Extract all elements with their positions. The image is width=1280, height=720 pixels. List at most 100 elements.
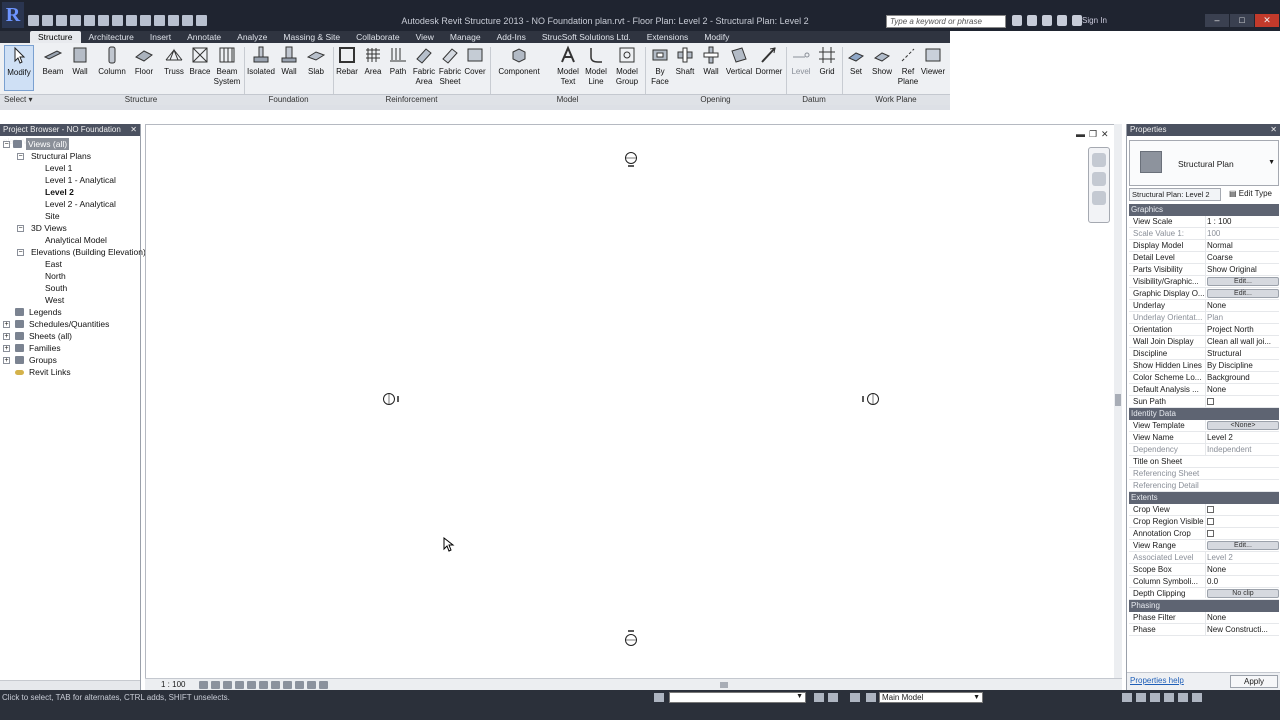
drag-elements-icon[interactable] [1178,693,1188,702]
prop-row[interactable]: Depth Clipping No clip [1129,588,1279,600]
floor-button[interactable]: Floor [132,45,156,77]
graphic-display-edit-button[interactable]: Edit... [1207,289,1279,298]
detail-level-icon[interactable] [199,681,208,689]
prop-value[interactable]: Project North [1205,324,1279,335]
prop-row[interactable]: Phase New Constructi... [1129,624,1279,636]
prop-value[interactable]: Clean all wall joi... [1205,336,1279,347]
temp-hide-icon[interactable] [271,681,280,689]
group-phasing[interactable]: Phasing [1129,600,1279,612]
prop-row[interactable]: Referencing Detail [1129,480,1279,492]
exclude-options-icon[interactable] [866,693,876,702]
path-reinforcement-button[interactable]: Path [387,45,409,77]
prop-row[interactable]: Underlay Orientat... Plan [1129,312,1279,324]
vg-edit-button[interactable]: Edit... [1207,277,1279,286]
prop-value[interactable]: 0.0 [1205,576,1279,587]
view-template-button[interactable]: <None> [1207,421,1279,430]
communication-icon[interactable] [1042,15,1052,26]
tree-revit-links[interactable]: Revit Links [0,366,140,378]
tree-east[interactable]: East [0,258,140,270]
tab-massing-site[interactable]: Massing & Site [275,31,348,43]
prop-value[interactable]: Structural [1205,348,1279,359]
expand-icon[interactable]: + [3,357,10,364]
viewer-button[interactable]: Viewer [920,45,946,77]
depth-clipping-button[interactable]: No clip [1207,589,1279,598]
rebar-button[interactable]: Rebar [335,45,359,77]
close-icon[interactable]: ✕ [1270,124,1277,136]
prop-row[interactable]: Title on Sheet [1129,456,1279,468]
design-options-icon[interactable] [850,693,860,702]
prop-value[interactable]: Show Original [1205,264,1279,275]
beam-button[interactable]: Beam [41,45,65,77]
tree-west[interactable]: West [0,294,140,306]
tab-collaborate[interactable]: Collaborate [348,31,407,43]
view-restore-button[interactable]: ❐ [1089,129,1097,140]
tab-strucsoft[interactable]: StrucSoft Solutions Ltd. [534,31,639,43]
slab-button[interactable]: Slab [305,45,327,77]
tab-view[interactable]: View [408,31,442,43]
panel-reinforcement[interactable]: Reinforcement [333,94,490,105]
analytical-model-icon[interactable] [295,681,304,689]
west-elevation-marker[interactable] [380,390,404,408]
model-line-button[interactable]: Model Line [583,45,609,87]
select-by-face-icon[interactable] [1164,693,1174,702]
tab-manage[interactable]: Manage [442,31,489,43]
prop-value[interactable]: Level 2 [1205,432,1279,443]
select-pinned-icon[interactable] [1150,693,1160,702]
chevron-down-icon[interactable]: ▼ [973,693,980,702]
scroll-thumb[interactable] [1115,394,1121,406]
print-icon[interactable] [84,15,95,26]
wall-foundation-button[interactable]: Wall [278,45,300,77]
expand-icon[interactable]: + [3,345,10,352]
zoom-icon[interactable] [1092,172,1106,186]
select-dropdown[interactable]: Select ▾ [0,94,38,105]
component-button[interactable]: Component [494,45,544,77]
select-underlay-icon[interactable] [1136,693,1146,702]
pan-icon[interactable] [1092,191,1106,205]
expand-icon[interactable]: + [3,321,10,328]
prop-row[interactable]: Associated Level Level 2 [1129,552,1279,564]
steering-wheel-icon[interactable] [1092,153,1106,167]
prop-value[interactable]: None [1205,300,1279,311]
visual-style-icon[interactable] [211,681,220,689]
show-crop-icon[interactable] [259,681,268,689]
sun-path-checkbox[interactable] [1207,398,1214,405]
model-text-button[interactable]: Model Text [555,45,581,87]
aligned-dimension-icon[interactable] [112,15,123,26]
isolated-foundation-button[interactable]: Isolated [246,45,276,77]
prop-row[interactable]: View Range Edit... [1129,540,1279,552]
tree-level-1-analytical[interactable]: Level 1 - Analytical [0,174,140,186]
collapse-icon[interactable]: − [3,141,10,148]
binoculars-icon[interactable] [1012,15,1022,26]
grid-button[interactable]: Grid [815,45,839,77]
tree-schedules[interactable]: + Schedules/Quantities [0,318,140,330]
application-menu-button[interactable]: R [2,2,24,28]
annotation-crop-checkbox[interactable] [1207,530,1214,537]
prop-value[interactable]: By Discipline [1205,360,1279,371]
tree-level-2[interactable]: Level 2 [0,186,140,198]
crop-view-icon[interactable] [247,681,256,689]
tree-structural-plans[interactable]: − Structural Plans [0,150,140,162]
save-icon[interactable] [42,15,53,26]
view-scale[interactable]: 1 : 100 [161,680,185,689]
apply-button[interactable]: Apply [1230,675,1278,688]
close-icon[interactable]: ✕ [130,124,137,136]
tree-level-2-analytical[interactable]: Level 2 - Analytical [0,198,140,210]
shadows-icon[interactable] [235,681,244,689]
prop-row[interactable]: View Name Level 2 [1129,432,1279,444]
tab-annotate[interactable]: Annotate [179,31,229,43]
reveal-hidden-icon[interactable] [283,681,292,689]
subscription-icon[interactable] [1027,15,1037,26]
prop-row[interactable]: Scope Box None [1129,564,1279,576]
view-range-edit-button[interactable]: Edit... [1207,541,1279,550]
constraints-icon[interactable] [319,681,328,689]
vertical-scrollbar[interactable] [1114,124,1122,680]
view-close-button[interactable]: ✕ [1101,129,1109,140]
group-extents[interactable]: Extents [1129,492,1279,504]
sun-path-icon[interactable] [223,681,232,689]
prop-row[interactable]: Detail Level Coarse [1129,252,1279,264]
prop-value[interactable]: None [1205,384,1279,395]
prop-row[interactable]: Show Hidden Lines By Discipline [1129,360,1279,372]
south-elevation-marker[interactable] [622,627,640,649]
highlight-displacement-icon[interactable] [307,681,316,689]
edit-type-button[interactable]: ▤ Edit Type [1224,188,1279,201]
